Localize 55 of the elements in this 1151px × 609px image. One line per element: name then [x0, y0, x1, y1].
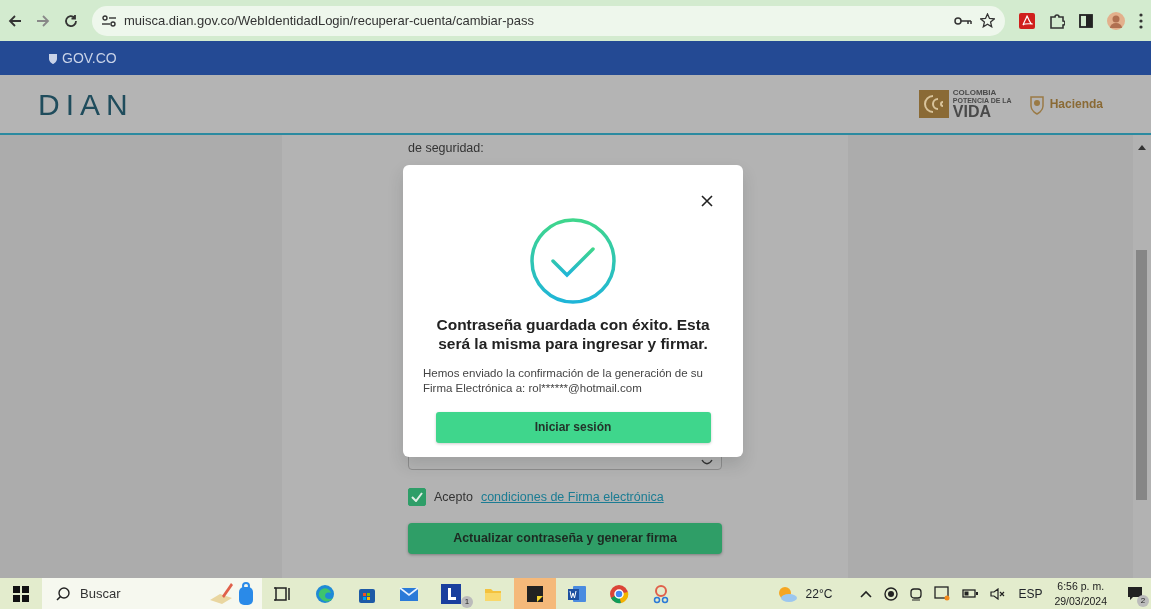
word-icon[interactable]: [567, 583, 587, 604]
app-badge: 1: [461, 595, 473, 608]
reload-icon[interactable]: [64, 13, 78, 28]
screen-share-icon[interactable]: [934, 586, 951, 601]
taskbar-search-field[interactable]: Buscar: [42, 578, 262, 609]
clock-time[interactable]: 6:56 p. m.: [1054, 579, 1107, 594]
chevron-up-icon[interactable]: [860, 589, 873, 598]
success-check-icon: [529, 217, 617, 305]
menu-icon[interactable]: [1139, 12, 1143, 29]
close-button[interactable]: [701, 195, 713, 207]
crest-icon: [1027, 93, 1046, 115]
wave-emblem-icon: [918, 90, 949, 118]
battery-icon[interactable]: [962, 589, 979, 598]
edge-browser-icon[interactable]: [315, 583, 335, 604]
dialog-title: Contraseña guardada con éxito. Esta será la misma para ingresar y firmar.: [435, 315, 711, 354]
language-indicator[interactable]: ESP: [1018, 584, 1043, 603]
terms-checkbox[interactable]: [408, 488, 426, 507]
dian-logo[interactable]: DIAN: [38, 81, 134, 127]
webcam-icon[interactable]: [910, 586, 923, 601]
clock-date[interactable]: 29/03/2024: [1054, 593, 1107, 608]
notebook-icon: [208, 581, 234, 604]
notification-icon[interactable]: [1127, 586, 1143, 603]
shield-icon: [48, 52, 58, 64]
forward-icon[interactable]: [36, 13, 50, 28]
address-bar[interactable]: muisca.dian.gov.co/WebIdentidadLogin/recuperar-cuenta/cambiar-pass: [92, 5, 1005, 36]
puzzle-icon[interactable]: [1049, 12, 1065, 29]
speaker-muted-icon[interactable]: [990, 587, 1007, 600]
avatar-icon[interactable]: [1107, 11, 1125, 30]
star-icon[interactable]: [980, 13, 995, 28]
url-text: muisca.dian.gov.co/WebIdentidadLogin/recuperar-cuenta/cambiar-pass: [124, 11, 535, 30]
temperature-text[interactable]: 22°C: [805, 584, 833, 603]
side-panel-icon[interactable]: [1079, 13, 1093, 28]
checkmark-icon: [411, 492, 423, 503]
scrollbar[interactable]: [1133, 135, 1151, 578]
dialog-message: Hemos enviado la confirmación de la generación de su Firma Electrónica a: rol******@hotmail.com: [423, 365, 704, 396]
back-icon[interactable]: [8, 13, 22, 28]
chrome-icon[interactable]: [609, 583, 629, 604]
terms-label: Acepto: [434, 488, 473, 506]
login-button[interactable]: Iniciar sesión: [435, 411, 711, 443]
pdf-icon[interactable]: [1019, 12, 1035, 29]
colombia-logo-text: COLOMBIA: [952, 88, 998, 97]
search-icon: [56, 586, 70, 601]
record-icon[interactable]: [884, 586, 899, 601]
update-password-button[interactable]: Actualizar contraseña y generar firma: [408, 522, 722, 554]
gov-logo-text[interactable]: GOV.CO: [62, 47, 117, 69]
intro-text: de seguridad:: [408, 140, 485, 157]
app-icon[interactable]: [441, 583, 461, 604]
windows-start-icon[interactable]: [13, 585, 29, 602]
site-info-icon[interactable]: [102, 14, 116, 27]
key-icon[interactable]: [954, 15, 972, 26]
colombia-logo-text: VIDA: [952, 103, 991, 120]
backpack-icon: [238, 581, 254, 606]
hacienda-logo-text: Hacienda: [1049, 96, 1103, 113]
scroll-up-icon[interactable]: [1138, 145, 1146, 151]
sticky-note-icon[interactable]: [525, 583, 545, 604]
